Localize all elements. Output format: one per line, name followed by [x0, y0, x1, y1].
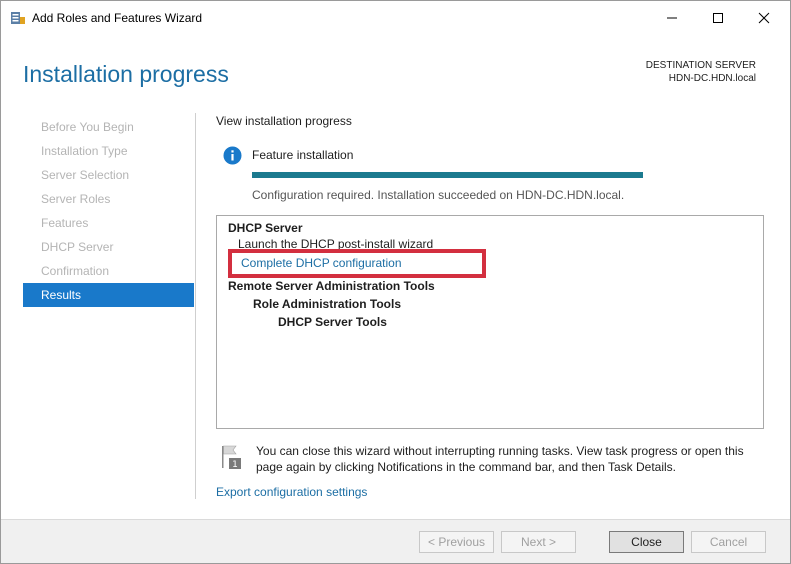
- page-title: Installation progress: [23, 61, 229, 87]
- highlight-box: [228, 249, 486, 278]
- server-manager-icon: [11, 12, 25, 24]
- maximize-button[interactable]: [695, 1, 741, 35]
- title-bar: Add Roles and Features Wizard: [1, 1, 790, 35]
- wizard-steps-sidebar: Before You Begin Installation Type Serve…: [23, 115, 194, 307]
- sidebar-item-confirmation: Confirmation: [41, 264, 110, 278]
- installation-status-text: Configuration required. Installation suc…: [252, 188, 625, 202]
- close-button[interactable]: Close: [609, 531, 684, 553]
- result-dhcp-server-tools: DHCP Server Tools: [278, 315, 387, 329]
- close-icon: [758, 12, 770, 24]
- sidebar-item-results[interactable]: Results: [23, 283, 194, 307]
- result-role-admin-tools: Role Administration Tools: [253, 297, 402, 311]
- wizard-window: Add Roles and Features Wizard Installati…: [0, 0, 791, 564]
- close-window-button[interactable]: [741, 1, 787, 35]
- installation-results-list[interactable]: DHCP Server Launch the DHCP post-install…: [216, 215, 764, 429]
- sidebar-item-server-roles: Server Roles: [41, 192, 111, 206]
- destination-server-name: HDN-DC.HDN.local: [668, 73, 756, 84]
- view-progress-label: View installation progress: [216, 114, 352, 128]
- next-button[interactable]: Next >: [501, 531, 576, 553]
- sidebar-item-dhcp-server: DHCP Server: [41, 240, 114, 254]
- export-configuration-link[interactable]: Export configuration settings: [216, 485, 367, 499]
- sidebar-divider: [195, 113, 196, 499]
- close-wizard-note: You can close this wizard without interr…: [256, 444, 744, 474]
- wizard-footer: < Previous Next > Close Cancel: [1, 519, 790, 563]
- progress-bar-fill: [252, 172, 643, 178]
- installation-progress-bar: [252, 172, 643, 178]
- previous-button[interactable]: < Previous: [419, 531, 494, 553]
- cancel-button[interactable]: Cancel: [691, 531, 766, 553]
- feature-installation-label: Feature installation: [252, 148, 354, 162]
- sidebar-item-installation-type: Installation Type: [41, 144, 128, 158]
- result-rsat: Remote Server Administration Tools: [228, 279, 435, 293]
- destination-label: DESTINATION SERVER: [645, 60, 756, 71]
- minimize-button[interactable]: [649, 1, 695, 35]
- destination-server-info: DESTINATION SERVER HDN-DC.HDN.local: [646, 59, 756, 85]
- maximize-icon: [713, 13, 723, 23]
- info-icon: [223, 146, 242, 165]
- minimize-icon: [667, 17, 677, 19]
- window-title: Add Roles and Features Wizard: [32, 11, 203, 25]
- result-dhcp-server: DHCP Server: [228, 221, 303, 235]
- sidebar-item-server-selection: Server Selection: [41, 168, 130, 182]
- sidebar-item-before-you-begin: Before You Begin: [41, 120, 134, 134]
- svg-text:1: 1: [232, 460, 238, 470]
- notification-flag-icon: 1: [222, 445, 241, 470]
- sidebar-item-features: Features: [41, 216, 89, 230]
